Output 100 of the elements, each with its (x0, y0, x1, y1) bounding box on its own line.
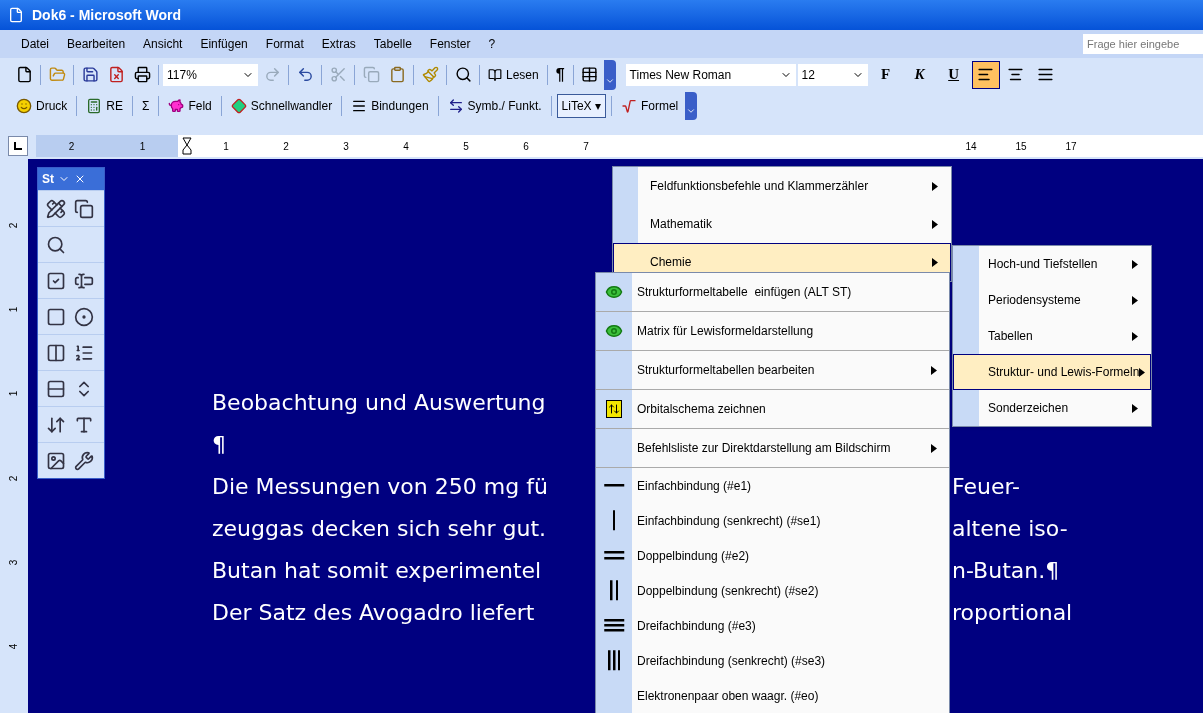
toolbar-options-icon[interactable] (685, 92, 698, 120)
menu-item[interactable]: Format (256, 35, 313, 53)
menu-item[interactable]: Dreifachbindung (#e3) (632, 608, 949, 643)
ruler-number: 7 (583, 139, 589, 154)
toolbar-button[interactable]: Druck (12, 94, 72, 118)
ruler-number: 4 (403, 139, 409, 154)
menu-item[interactable]: Orbitalschema zeichnen (632, 390, 949, 428)
ruler-number: 14 (965, 139, 977, 154)
toolbar-button[interactable]: Σ (138, 94, 154, 118)
menu-item[interactable]: Dreifachbindung (senkrecht) (#se3) (632, 643, 949, 678)
menu-item[interactable]: Feldfunktionsbefehle und Klammerzähler (613, 167, 951, 205)
menu-item[interactable]: Strukturformeltabellen bearbeiten (632, 351, 949, 389)
toolbar-button[interactable]: Schnellwandler (226, 94, 337, 118)
submenu-arrow-icon (1132, 331, 1138, 341)
zoom-combo[interactable]: 117% (163, 63, 258, 86)
menu-item[interactable]: Sonderzeichen (953, 390, 1151, 426)
menu-item[interactable]: Datei (12, 35, 58, 53)
document-text: zeuggas decken sich sehr gut. (212, 515, 547, 541)
align-left-icon[interactable] (971, 60, 1000, 89)
menu-item[interactable]: Bearbeiten (58, 35, 135, 53)
button-icon[interactable] (46, 306, 66, 327)
menu-item[interactable]: Fenster (420, 35, 480, 53)
menu-item[interactable]: Mathematik (613, 205, 951, 243)
submenu-arrow-icon (1132, 259, 1138, 269)
book-icon (488, 67, 502, 82)
document-text: ¶ (212, 431, 226, 457)
menu-item[interactable]: Doppelbindung (senkrecht) (#se2) (632, 573, 949, 608)
document-text: Der Satz des Avogadro liefert (212, 599, 535, 625)
format-button[interactable]: K (903, 62, 936, 87)
menu-item[interactable]: Elektronenpaar oben waagr. (#eo) (632, 678, 949, 713)
menu-item[interactable]: Einfügen (191, 35, 257, 53)
ruler-number: 6 (523, 139, 529, 154)
ruler-number: 2 (7, 222, 21, 228)
frame-icon[interactable] (46, 378, 66, 399)
menu-item[interactable]: Matrix für Lewisformeldarstellung (632, 312, 949, 350)
font-combo[interactable]: Times New Roman (625, 63, 796, 86)
toolbar-button[interactable]: Formel (616, 94, 683, 118)
format-button[interactable]: U (937, 62, 970, 87)
ruler-number: 1 (7, 391, 21, 397)
show-formatting-button[interactable]: ¶ (551, 62, 569, 87)
document-text: Beobachtung und Auswertung (212, 389, 546, 415)
menu-item[interactable]: Einfachbindung (#e1) (632, 468, 949, 503)
ruler-number: 2 (283, 139, 289, 154)
submenu-arrow-icon (1132, 295, 1138, 305)
toolbar-options-icon[interactable] (603, 59, 616, 90)
toolbar-button[interactable]: LiTeX ▾ (556, 94, 606, 118)
ruler-number: 3 (7, 559, 21, 566)
document-text: n-Butan.¶ (952, 556, 1060, 585)
ruler-number: 4 (7, 644, 21, 650)
menu-item[interactable]: Struktur- und Lewis-Formeln (953, 354, 1151, 390)
image-icon[interactable] (46, 450, 66, 471)
ruler-number: 5 (463, 139, 469, 154)
toolbar-title: St (42, 171, 54, 188)
indent-marker-icon[interactable] (182, 137, 192, 155)
toolbar-button[interactable]: Bindungen (347, 94, 433, 118)
pencil-ruler-icon[interactable] (46, 198, 66, 219)
submenu-arrow-icon (931, 365, 937, 375)
menu-item[interactable]: Hoch-und Tiefstellen (953, 246, 1151, 282)
submenu-arrow-icon (931, 443, 937, 453)
menu-item[interactable]: Ansicht (134, 35, 192, 53)
format-button[interactable]: F (869, 62, 902, 87)
toolbar-button[interactable]: RE (82, 94, 127, 118)
submenu-arrow-icon (1139, 367, 1146, 377)
ruler-number: 1 (139, 139, 146, 154)
list-box-icon[interactable] (46, 342, 66, 363)
radio-button-icon[interactable] (74, 306, 94, 327)
copy-icon[interactable] (74, 198, 94, 219)
menu-item[interactable]: Tabelle (364, 35, 421, 53)
document-text: altene iso- (952, 514, 1068, 543)
document-text: Die Messungen von 250 mg fü (212, 473, 548, 499)
close-icon[interactable] (74, 173, 86, 185)
help-search-field[interactable]: Frage hier eingebe (1083, 34, 1203, 54)
document-text: roportional (952, 598, 1073, 627)
menu-item[interactable]: ? (479, 35, 505, 53)
checkbox-icon[interactable] (46, 270, 66, 291)
search-icon[interactable] (46, 234, 66, 255)
tab-stop-icon (14, 142, 22, 150)
menu-item[interactable]: Extras (312, 35, 365, 53)
document-text: Feuer- (952, 472, 1021, 501)
ruler-number: 17 (1065, 139, 1077, 154)
tab-stop-selector[interactable] (8, 136, 28, 156)
submenu-arrow-icon (932, 181, 938, 191)
ruler-number: 1 (7, 306, 21, 313)
toolbar-button[interactable]: Symb./ Funkt. (443, 94, 546, 118)
submenu-arrow-icon (932, 257, 938, 267)
toolbar-button[interactable]: Feld (164, 94, 216, 118)
ruler-number: 1 (223, 139, 229, 154)
menu-item[interactable]: Tabellen (953, 318, 1151, 354)
menu-item[interactable]: Befehlsliste zur Direktdarstellung am Bildschirm (632, 429, 949, 467)
document-text: Butan hat somit experimentel (212, 557, 542, 583)
menu-item[interactable]: Einfachbindung (senkrecht) (#se1) (632, 503, 949, 538)
window-title: Dok6 - Microsoft Word (32, 5, 182, 25)
read-button[interactable]: Lesen (484, 65, 543, 84)
menu-item[interactable]: Doppelbindung (#e2) (632, 538, 949, 573)
tools-icon[interactable] (74, 450, 94, 471)
ruler-number: 2 (68, 139, 75, 154)
ruler-number: 2 (7, 475, 21, 481)
menu-item[interactable]: Periodensysteme (953, 282, 1151, 318)
ruler-number: 3 (343, 139, 349, 154)
font-size-combo[interactable]: 12 (797, 63, 868, 86)
